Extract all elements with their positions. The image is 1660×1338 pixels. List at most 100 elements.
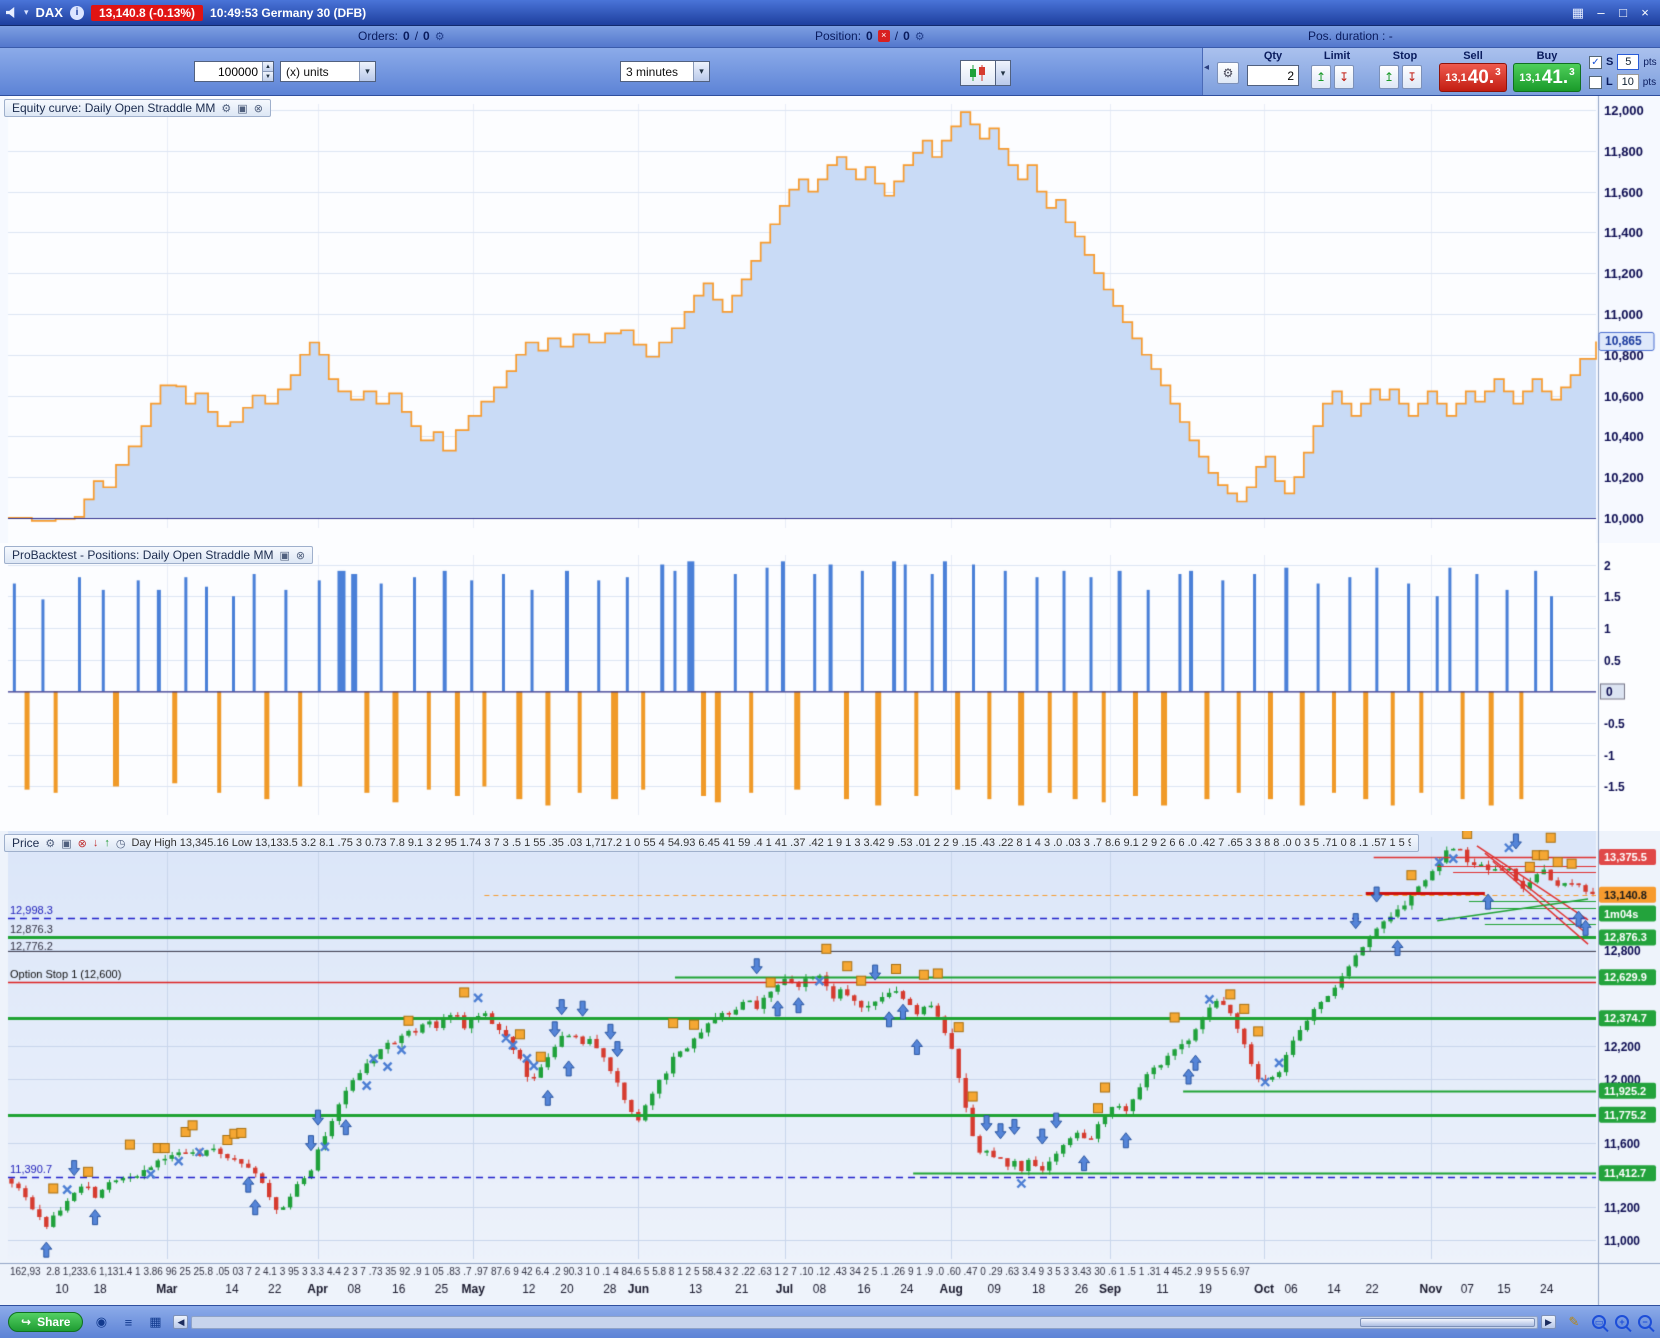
price-panel: Price ⚙ ▣ ⊗ ↓ ↑ ◷ Day High 13,345.16 Low…	[0, 831, 1660, 1305]
price-alarm-icon[interactable]: ◷	[116, 837, 126, 850]
price-panel-tab: Price ⚙ ▣ ⊗ ↓ ↑ ◷ Day High 13,345.16 Low…	[4, 834, 1420, 852]
position-duration-label: Pos. duration : -	[1308, 29, 1393, 43]
positions-panel: ProBacktest - Positions: Daily Open Stra…	[0, 543, 1660, 831]
position-count: 0	[866, 29, 873, 43]
buy-price-decimal: 3	[1569, 67, 1575, 78]
stop-sell-button[interactable]: ↧	[1402, 65, 1422, 89]
positions-panel-title: ProBacktest - Positions: Daily Open Stra…	[12, 548, 274, 562]
price-close-icon[interactable]: ⊗	[78, 837, 87, 850]
positions-chart-canvas[interactable]	[0, 543, 1660, 831]
table-view-icon[interactable]: ▦	[146, 1314, 164, 1330]
orders-count: 0	[403, 29, 410, 43]
info-icon[interactable]: i	[69, 5, 84, 20]
limit-checkbox[interactable]	[1589, 75, 1602, 89]
equity-settings-wrench-icon[interactable]: ⚙	[221, 102, 231, 115]
order-qty-input[interactable]	[1248, 66, 1298, 85]
price-popout-icon[interactable]: ▣	[61, 837, 71, 850]
limit-points-value[interactable]: 10	[1616, 74, 1639, 90]
scrollbar-thumb[interactable]	[1360, 1317, 1535, 1327]
maximize-button[interactable]: □	[1614, 5, 1632, 20]
price-change-badge: 13,140.8 (-0.13%)	[90, 4, 204, 21]
limit-checkbox-label: L	[1606, 76, 1613, 88]
equity-chart-canvas[interactable]	[0, 96, 1660, 543]
scroll-right-icon[interactable]: ▶	[1541, 1315, 1556, 1329]
orders-bar: Orders: 0 / 0 ⚙ Position: 0 × / 0 ⚙ Pos.…	[0, 26, 1660, 48]
draw-pencil-icon[interactable]: ✎	[1565, 1314, 1583, 1330]
speaker-icon[interactable]	[6, 7, 15, 18]
equity-panel-tab: Equity curve: Daily Open Straddle MM ⚙ ▣…	[4, 99, 271, 117]
share-button[interactable]: ↪ Share	[8, 1312, 84, 1332]
orders-label: Orders:	[358, 29, 399, 43]
positions-close-icon[interactable]: ⊗	[296, 549, 305, 562]
scrollbar-track[interactable]	[191, 1315, 1538, 1329]
position-duration: Pos. duration : -	[1308, 29, 1393, 43]
quantity-field: ▲ ▼	[194, 61, 274, 82]
quantity-up-icon[interactable]: ▲	[262, 62, 273, 72]
quantity-input[interactable]	[195, 62, 263, 81]
price-chart-canvas[interactable]	[0, 831, 1660, 1305]
horizontal-scrollbar[interactable]: ◀ ▶	[173, 1315, 1556, 1329]
chart-style-dropdown-icon[interactable]: ▾	[996, 60, 1011, 86]
zoom-out-icon[interactable]: −	[1638, 1315, 1652, 1329]
price-panel-title: Price	[12, 836, 40, 850]
order-settings-wrench-icon[interactable]: ⚙	[1217, 62, 1239, 84]
limit-buy-button[interactable]: ↥	[1311, 65, 1331, 89]
limit-points-unit: pts	[1642, 76, 1657, 88]
price-arrow-up-icon[interactable]: ↑	[104, 837, 110, 849]
workspace-grid-icon[interactable]: ▦	[1568, 5, 1588, 21]
scroll-left-icon[interactable]: ◀	[173, 1315, 189, 1329]
chart-style-button[interactable]	[960, 60, 996, 86]
zoom-select-icon[interactable]: ▭	[1592, 1315, 1606, 1329]
order-ticket: ◂ ⚙ Qty Limit ↥ ↧ Stop ↥ ↧ Sell 13,1 40.…	[1202, 48, 1660, 95]
price-readout: Day High 13,345.16 Low 13,133.5 3.2 8.1 …	[131, 837, 1412, 849]
position-slash: /	[894, 29, 899, 43]
timeframe-selected-label: 3 minutes	[626, 64, 679, 79]
equity-popout-icon[interactable]: ▣	[237, 102, 247, 115]
status-bar: ↪ Share ◉ ≡ ▦ ◀ ▶ ✎ ▭ + −	[0, 1305, 1660, 1338]
stop-header: Stop	[1392, 50, 1418, 62]
timeframe-dropdown[interactable]: 3 minutes ▾	[620, 61, 710, 82]
units-dropdown-icon[interactable]: ▾	[359, 62, 375, 81]
sell-price-prefix: 13,1	[1445, 71, 1467, 84]
screenshot-icon[interactable]: ◉	[92, 1314, 110, 1330]
quantity-down-icon[interactable]: ▼	[262, 72, 273, 81]
buy-price-prefix: 13,1	[1519, 71, 1541, 84]
stop-buy-button[interactable]: ↥	[1379, 65, 1399, 89]
close-position-icon[interactable]: ×	[877, 30, 890, 42]
equity-close-icon[interactable]: ⊗	[254, 102, 263, 115]
minimize-button[interactable]: –	[1592, 5, 1610, 20]
ticket-expander-icon[interactable]: ◂	[1204, 62, 1209, 73]
limit-sell-button[interactable]: ↧	[1334, 65, 1354, 89]
share-label: Share	[37, 1315, 71, 1329]
sell-button[interactable]: 13,1 40. 3	[1439, 63, 1507, 92]
buy-header: Buy	[1536, 50, 1558, 62]
sell-price-decimal: 3	[1495, 67, 1501, 78]
share-icon: ↪	[21, 1315, 32, 1329]
stop-checkbox[interactable]: ✓	[1589, 55, 1602, 69]
quantity-spinner[interactable]: ▲ ▼	[262, 62, 273, 81]
limit-up-arrow-icon: ↥	[1315, 70, 1327, 84]
position-settings-icon[interactable]: ⚙	[915, 30, 925, 43]
zoom-in-icon[interactable]: +	[1615, 1315, 1629, 1329]
units-selected-label: (x) units	[286, 64, 329, 79]
close-button[interactable]: ×	[1636, 5, 1654, 20]
timeframe-dropdown-icon[interactable]: ▾	[693, 62, 709, 81]
clock-instrument-label: 10:49:53 Germany 30 (DFB)	[210, 5, 367, 20]
stop-points-value[interactable]: 5	[1617, 54, 1640, 70]
candlestick-style-icon	[970, 65, 985, 81]
trading-platform-window: ▾ DAX i 13,140.8 (-0.13%) 10:49:53 Germa…	[0, 0, 1660, 1338]
news-icon[interactable]: ≡	[119, 1315, 137, 1330]
units-dropdown[interactable]: (x) units ▾	[280, 61, 376, 82]
price-settings-wrench-icon[interactable]: ⚙	[45, 837, 55, 850]
orders-slash: /	[414, 29, 419, 43]
orders-settings-icon[interactable]: ⚙	[435, 30, 445, 43]
title-bar: ▾ DAX i 13,140.8 (-0.13%) 10:49:53 Germa…	[0, 0, 1660, 26]
symbol-dropdown-icon[interactable]: ▾	[24, 7, 29, 18]
buy-button[interactable]: 13,1 41. 3	[1513, 63, 1581, 92]
positions-popout-icon[interactable]: ▣	[279, 549, 289, 562]
qty-header: Qty	[1263, 50, 1283, 62]
price-arrow-down-icon[interactable]: ↓	[93, 837, 99, 849]
position-count-2: 0	[903, 29, 910, 43]
equity-panel-title: Equity curve: Daily Open Straddle MM	[12, 101, 216, 115]
position-label: Position:	[815, 29, 862, 43]
